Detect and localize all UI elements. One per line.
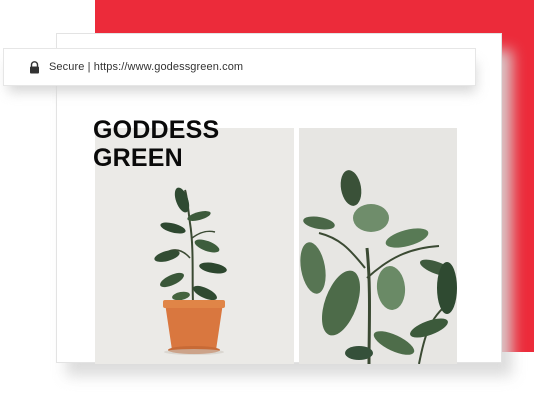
security-label: Secure <box>49 61 85 73</box>
url-text[interactable]: Secure | https://www.godessgreen.com <box>49 61 243 73</box>
brand-line-1: GODDESS <box>93 116 220 144</box>
large-plant-image <box>300 170 457 364</box>
url-separator: | <box>87 61 91 73</box>
url-value: https://www.godessgreen.com <box>93 61 244 73</box>
marketing-illustration: GODDESS GREEN Secure | https://www.godes… <box>0 0 534 400</box>
large-plant-photo <box>299 128 457 364</box>
browser-address-bar[interactable]: Secure | https://www.godessgreen.com <box>3 48 476 86</box>
brand-line-2: GREEN <box>93 144 183 172</box>
site-brand-logo[interactable]: GODDESS GREEN <box>93 116 219 172</box>
lock-icon <box>30 61 39 74</box>
